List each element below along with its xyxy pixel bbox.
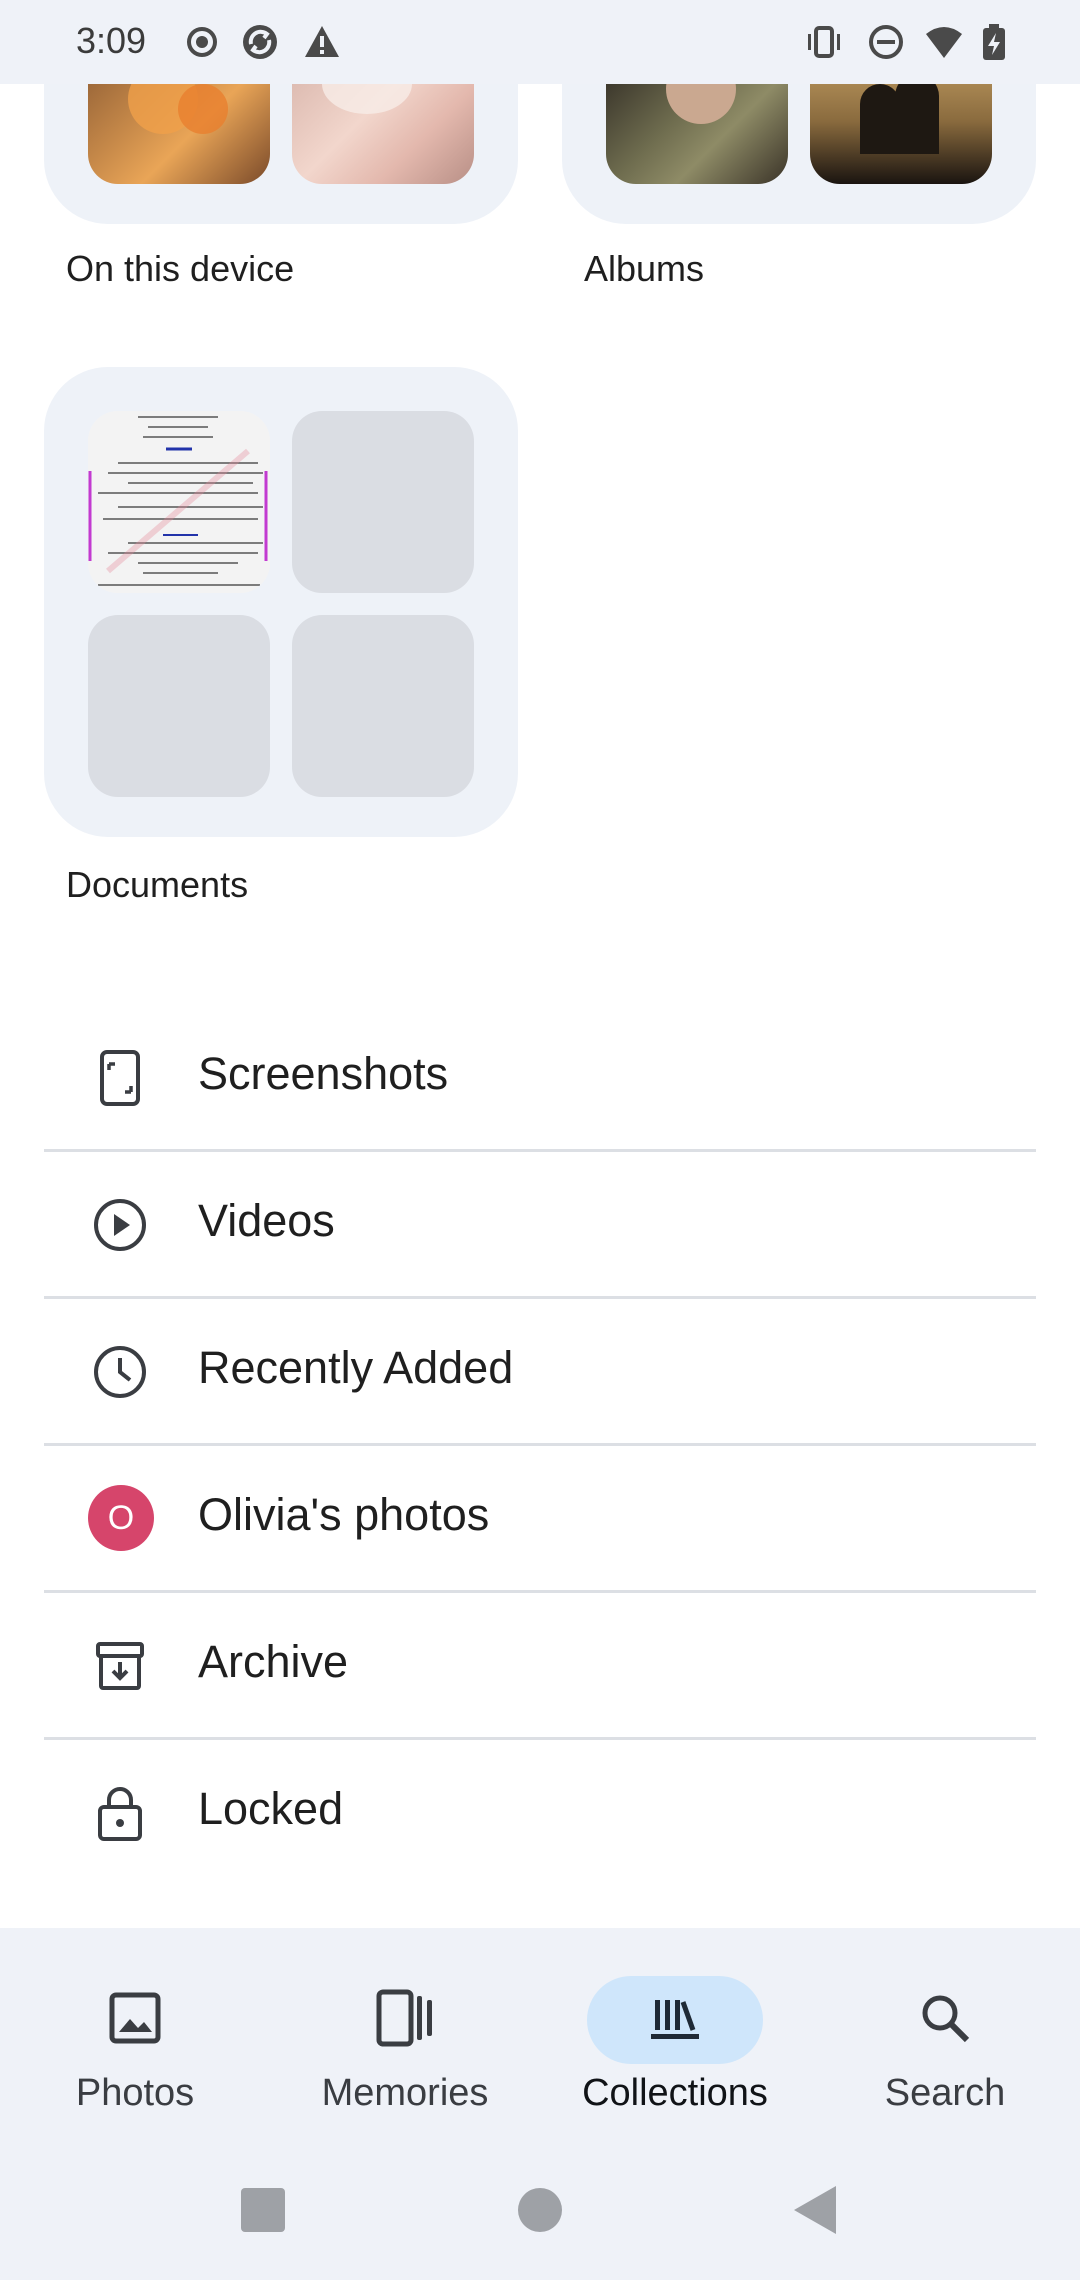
- list-item-label: Recently Added: [198, 1342, 514, 1393]
- nav-label: Memories: [321, 2072, 489, 2114]
- avatar: O: [88, 1485, 154, 1551]
- list-item-archive[interactable]: Archive: [44, 1590, 1036, 1737]
- bottom-navigation: Photos Memories Collections Search: [0, 1928, 1080, 2280]
- nav-label: Search: [884, 2072, 1006, 2114]
- on-this-device-label: On this device: [66, 248, 295, 289]
- thumbnail-flowers-pink: [292, 84, 474, 184]
- screenshot-icon: [100, 1050, 140, 1106]
- back-button[interactable]: [786, 2180, 846, 2240]
- nav-collections[interactable]: Collections: [540, 1952, 810, 2122]
- recents-button[interactable]: [233, 2180, 293, 2240]
- warning-icon: [305, 26, 339, 57]
- nav-label: Collections: [582, 2072, 768, 2114]
- documents-card[interactable]: [44, 367, 518, 837]
- albums-label: Albums: [584, 248, 705, 289]
- battery-charging-icon: [983, 24, 1005, 60]
- albums-card[interactable]: [562, 84, 1036, 224]
- play-circle-icon: [94, 1199, 146, 1251]
- list-item-label: Screenshots: [198, 1048, 449, 1099]
- app-sync-icon: [243, 25, 277, 59]
- collections-icon: [651, 2000, 699, 2039]
- thumbnail-couple-sunset: [810, 84, 992, 184]
- photo-icon: [109, 1992, 161, 2044]
- status-bar: 3:09: [0, 0, 1080, 84]
- documents-label: Documents: [66, 864, 249, 905]
- nav-photos[interactable]: Photos: [0, 1952, 270, 2122]
- list-item-locked[interactable]: Locked: [44, 1737, 1036, 1884]
- lock-icon: [98, 1787, 142, 1841]
- list-item-label: Locked: [198, 1783, 344, 1834]
- list-item-label: Archive: [198, 1636, 349, 1687]
- document-page-image: [88, 411, 270, 593]
- nav-label: Photos: [75, 2072, 195, 2114]
- nav-search[interactable]: Search: [810, 1952, 1080, 2122]
- home-button[interactable]: [510, 2180, 570, 2240]
- thumbnail-document: [88, 411, 270, 593]
- thumbnail-placeholder: [88, 615, 270, 797]
- list-item-recently-added[interactable]: Recently Added: [44, 1296, 1036, 1443]
- thumbnail-placeholder: [292, 411, 474, 593]
- list-item-screenshots[interactable]: Screenshots: [44, 1002, 1036, 1149]
- record-icon: [187, 27, 217, 57]
- archive-icon: [96, 1642, 144, 1690]
- collections-content[interactable]: On this device Albums Documents Screensh…: [0, 84, 1080, 1928]
- vibrate-icon: [808, 26, 840, 58]
- do-not-disturb-icon: [869, 25, 903, 59]
- thumbnail-portrait: [606, 84, 788, 184]
- nav-memories[interactable]: Memories: [270, 1952, 540, 2122]
- memories-icon: [376, 1989, 432, 2047]
- thumbnail-flowers-orange: [88, 84, 270, 184]
- list-item-label: Olivia's photos: [198, 1489, 490, 1540]
- status-time: 3:09: [76, 20, 147, 61]
- list-item-label: Videos: [198, 1195, 335, 1246]
- list-item-olivias-photos[interactable]: O Olivia's photos: [44, 1443, 1036, 1590]
- search-icon: [922, 1995, 970, 2043]
- list-item-videos[interactable]: Videos: [44, 1149, 1036, 1296]
- on-this-device-card[interactable]: [44, 84, 518, 224]
- clock-icon: [94, 1346, 146, 1398]
- wifi-icon: [926, 27, 962, 58]
- thumbnail-placeholder: [292, 615, 474, 797]
